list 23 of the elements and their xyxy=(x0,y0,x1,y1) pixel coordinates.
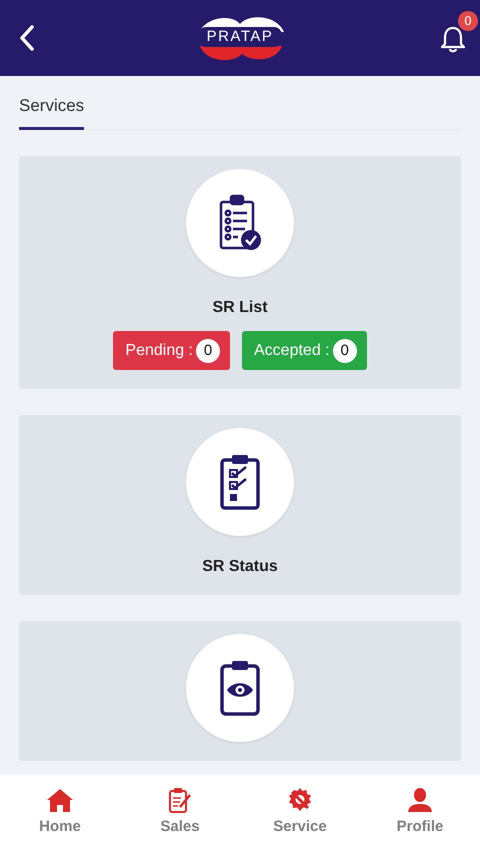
nav-item[interactable]: Profile xyxy=(360,775,480,854)
badge-label: Accepted : xyxy=(254,342,330,360)
notification-badge: 0 xyxy=(458,11,478,31)
checklist-icon xyxy=(218,194,262,252)
card-title: SR List xyxy=(212,299,268,317)
tab[interactable]: Services xyxy=(19,94,84,130)
logo-text: PRATAP xyxy=(198,27,282,47)
notification-button[interactable]: 0 xyxy=(440,11,478,55)
badge-label: Pending : xyxy=(125,342,193,360)
service-card[interactable]: SR Status xyxy=(19,415,461,595)
card-title: SR Status xyxy=(202,558,278,576)
home-icon xyxy=(46,787,74,813)
clipboard-eye-icon xyxy=(218,659,262,717)
service-card[interactable]: SR List Pending : 0 Accepted : 0 xyxy=(19,156,461,389)
person-icon xyxy=(407,787,433,813)
badge-count: 0 xyxy=(332,338,357,362)
nav-item[interactable]: Sales xyxy=(120,775,240,854)
badge-count: 0 xyxy=(196,338,220,362)
notepad-pencil-icon xyxy=(168,787,192,813)
clipboard-check-icon xyxy=(218,453,262,511)
nav-item[interactable]: Home xyxy=(0,775,120,854)
nav-item[interactable]: Service xyxy=(240,775,360,854)
bell-icon xyxy=(440,25,466,53)
